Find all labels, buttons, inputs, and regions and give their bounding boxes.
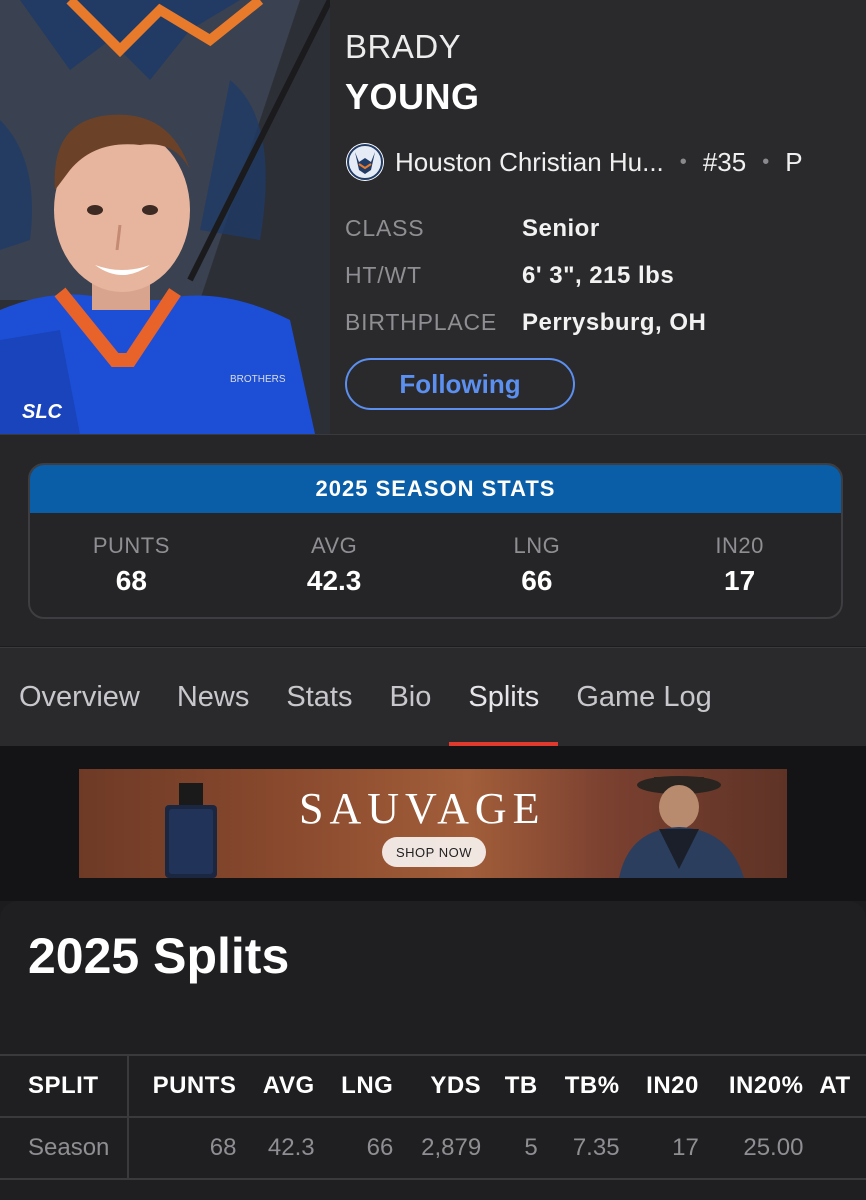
player-header: SLC BROTHERS BRADY YOUNG Houston Christi… <box>0 0 866 434</box>
player-info: CLASS Senior HT/WT 6' 3", 215 lbs BIRTHP… <box>345 205 706 346</box>
stat-value: 68 <box>115 565 147 596</box>
info-value: Senior <box>522 214 600 242</box>
player-tabs: Overview News Stats Bio Splits Game Log <box>0 647 866 747</box>
info-label: CLASS <box>345 215 425 241</box>
cell-tb-pct: 7.35 <box>545 1117 628 1180</box>
cell-at <box>811 1117 866 1180</box>
tab-game-log[interactable]: Game Log <box>576 648 711 747</box>
tab-splits[interactable]: Splits <box>449 648 559 747</box>
table-row: Season 68 42.3 66 2,879 5 7.35 17 25.00 <box>0 1117 866 1180</box>
cell-in20-pct: 25.00 <box>706 1117 812 1180</box>
stat-label: PUNTS <box>92 533 170 558</box>
cell-in20: 17 <box>627 1117 707 1180</box>
col-header-punts[interactable]: PUNTS <box>128 1054 245 1118</box>
stat-avg: AVG 42.3 <box>233 513 436 617</box>
stat-value: 66 <box>521 565 553 596</box>
separator-dot: • <box>762 150 770 173</box>
season-stats-card: 2025 SEASON STATS PUNTS 68 AVG 42.3 LNG … <box>28 463 843 619</box>
season-stats-section: 2025 SEASON STATS PUNTS 68 AVG 42.3 LNG … <box>0 434 866 646</box>
stat-label: IN20 <box>715 533 764 558</box>
col-header-avg[interactable]: AVG <box>244 1054 323 1118</box>
cell-split: Season <box>0 1117 129 1180</box>
svg-text:SLC: SLC <box>22 401 63 423</box>
splits-table: SPLIT PUNTS AVG LNG YDS TB TB% IN20 IN20… <box>0 1054 866 1180</box>
player-position: P <box>785 146 803 177</box>
ad-banner[interactable]: SAUVAGE SHOP NOW <box>79 769 787 878</box>
cell-punts: 68 <box>128 1117 245 1180</box>
player-photo: SLC BROTHERS <box>0 0 330 434</box>
ad-model-image <box>619 776 744 878</box>
team-name-link[interactable]: Houston Christian Hu... <box>395 147 664 178</box>
info-row-birthplace: BIRTHPLACE Perrysburg, OH <box>345 299 706 346</box>
jersey-number: #35 <box>702 146 747 177</box>
cell-tb: 5 <box>489 1117 546 1180</box>
stat-label: AVG <box>310 533 358 558</box>
info-row-class: CLASS Senior <box>345 205 706 252</box>
splits-section: 2025 Splits SPLIT PUNTS AVG LNG YDS TB T… <box>0 901 866 1200</box>
player-first-name: BRADY <box>345 28 462 65</box>
tab-overview[interactable]: Overview <box>19 648 140 747</box>
cell-lng: 66 <box>322 1117 402 1180</box>
tab-stats[interactable]: Stats <box>286 648 352 747</box>
stat-punts: PUNTS 68 <box>30 513 233 617</box>
stat-value: 17 <box>724 565 756 596</box>
cell-yds: 2,879 <box>401 1117 490 1180</box>
stat-value: 42.3 <box>306 565 362 596</box>
info-row-htwt: HT/WT 6' 3", 215 lbs <box>345 252 706 299</box>
svg-text:BROTHERS: BROTHERS <box>230 374 286 385</box>
col-header-yds[interactable]: YDS <box>401 1054 490 1118</box>
player-last-name: YOUNG <box>345 76 480 117</box>
team-logo-icon[interactable] <box>345 142 385 182</box>
info-value: Perrysburg, OH <box>522 308 707 336</box>
ad-area: SAUVAGE SHOP NOW <box>0 746 866 901</box>
col-header-tb-pct[interactable]: TB% <box>545 1054 628 1118</box>
col-header-split[interactable]: SPLIT <box>0 1054 129 1118</box>
info-label: BIRTHPLACE <box>345 309 498 335</box>
info-value: 6' 3", 215 lbs <box>522 261 675 289</box>
cell-avg: 42.3 <box>244 1117 323 1180</box>
col-header-in20-pct[interactable]: IN20% <box>706 1054 812 1118</box>
following-button[interactable]: Following <box>345 358 575 410</box>
col-header-lng[interactable]: LNG <box>322 1054 402 1118</box>
perfume-bottle-image <box>165 783 217 878</box>
stat-in20: IN20 17 <box>638 513 841 617</box>
col-header-at[interactable]: AT <box>811 1054 866 1118</box>
splits-title: 2025 Splits <box>28 928 290 984</box>
season-stats-title: 2025 SEASON STATS <box>30 465 841 513</box>
col-header-tb[interactable]: TB <box>489 1054 546 1118</box>
ad-brand: SAUVAGE <box>299 784 546 833</box>
ad-shop-now-button[interactable]: SHOP NOW <box>382 837 486 867</box>
separator-dot: • <box>679 150 687 173</box>
team-row: Houston Christian Hu... • #35 • P <box>345 140 855 184</box>
stat-lng: LNG 66 <box>436 513 639 617</box>
tab-news[interactable]: News <box>177 648 250 747</box>
col-header-in20[interactable]: IN20 <box>627 1054 707 1118</box>
table-header-row: SPLIT PUNTS AVG LNG YDS TB TB% IN20 IN20… <box>0 1054 866 1118</box>
stat-label: LNG <box>513 533 561 558</box>
info-label: HT/WT <box>345 262 422 288</box>
tab-bio[interactable]: Bio <box>389 648 431 747</box>
